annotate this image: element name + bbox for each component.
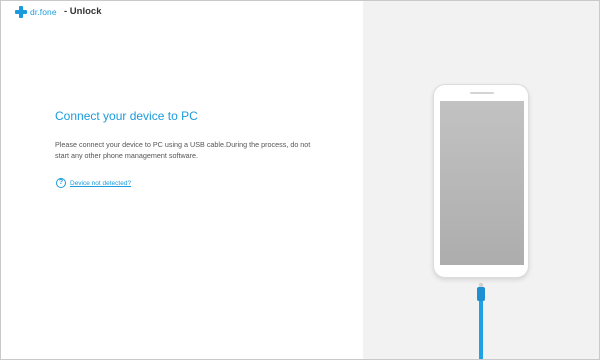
question-icon: ? xyxy=(56,178,66,188)
app-logo: dr.fone xyxy=(15,5,57,19)
page-title: Connect your device to PC xyxy=(55,109,198,123)
device-illustration-panel xyxy=(363,1,599,359)
instruction-text: Please connect your device to PC using a… xyxy=(55,140,311,160)
plus-logo-icon xyxy=(15,6,27,18)
module-title: - Unlock xyxy=(64,6,102,17)
instructions-panel: Connect your device to PC Please connect… xyxy=(1,23,363,359)
device-not-detected-link[interactable]: ? Device not detected? xyxy=(56,178,131,188)
usb-plug-icon xyxy=(477,287,485,301)
help-link-text[interactable]: Device not detected? xyxy=(70,180,131,187)
phone-illustration xyxy=(433,84,529,278)
phone-screen xyxy=(440,101,524,265)
usb-cable xyxy=(479,301,483,359)
brand-name: dr.fone xyxy=(30,7,57,17)
phone-speaker xyxy=(470,92,494,94)
app-window: dr.fone - Unlock Connect your device to … xyxy=(0,0,600,360)
